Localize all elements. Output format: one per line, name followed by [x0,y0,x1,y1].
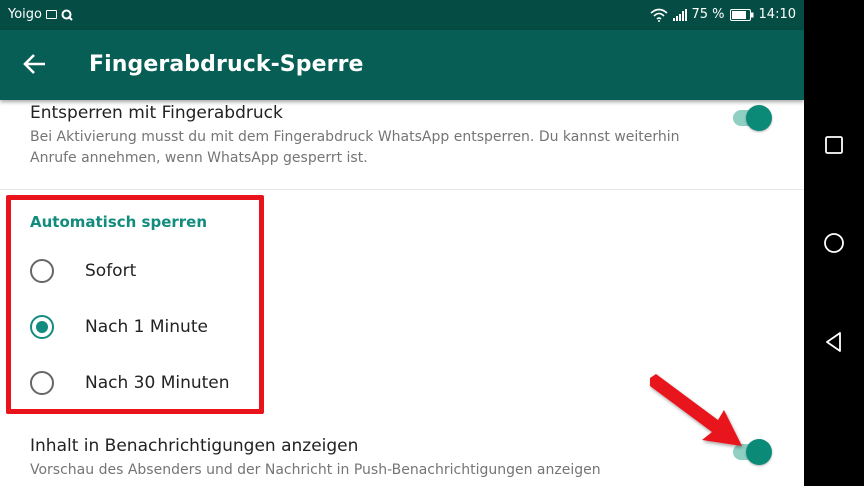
app-bar: Fingerabdruck-Sperre [0,30,804,100]
red-arrow-annotation [650,374,742,446]
home-circle-icon[interactable] [822,231,846,255]
notifications-setting-title[interactable]: Inhalt in Benachrichtigungen anzeigen [30,436,358,456]
back-triangle-icon[interactable] [822,330,846,354]
navigation-bar [804,0,864,486]
notifications-setting-description: Vorschau des Absenders und der Nachricht… [30,462,601,478]
unlock-toggle[interactable] [731,104,773,132]
arrow-left-icon[interactable] [22,51,48,77]
page-title: Fingerabdruck-Sperre [89,52,364,77]
search-q-icon [61,9,73,21]
status-bar-left: Yoigo [8,7,73,22]
unlock-setting-title[interactable]: Entsperren mit Fingerabdruck [30,103,283,123]
unlock-setting-description: Bei Aktivierung musst du mit dem Fingera… [30,129,680,166]
phone-screen: Yoigo 75 % 14:10 Fingerabdruck-Sperre En… [0,0,804,486]
divider [0,189,804,190]
battery-icon [729,8,754,21]
status-bar-right: 75 % 14:10 [649,7,796,22]
toggle-thumb [746,105,772,131]
status-bar: Yoigo 75 % 14:10 [0,0,804,30]
carrier-name: Yoigo [8,7,42,22]
recents-square-icon[interactable] [822,133,846,157]
signal-icon [672,8,687,21]
battery-percent: 75 % [691,7,725,22]
clock: 14:10 [758,7,796,22]
message-icon [46,10,57,19]
wifi-icon [649,8,668,22]
red-highlight-box [6,195,264,414]
